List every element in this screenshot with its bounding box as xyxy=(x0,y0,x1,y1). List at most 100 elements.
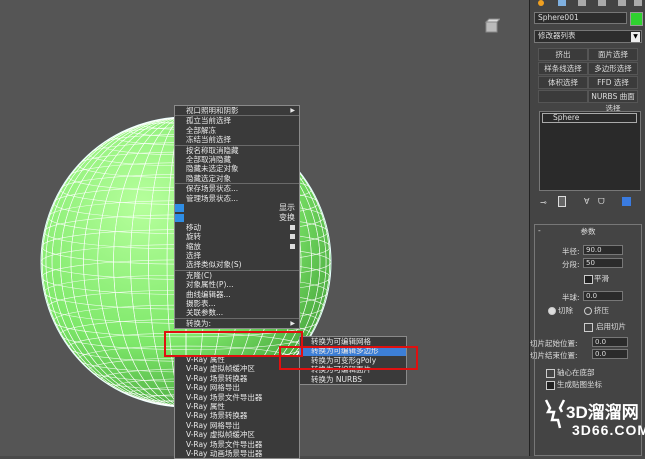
menu-item[interactable]: 按名称取消隐藏 xyxy=(175,146,299,155)
menu-item[interactable]: 选择类似对象(S) xyxy=(175,260,299,269)
hierarchy-tab-icon[interactable] xyxy=(578,0,586,6)
remove-modifier-icon[interactable]: ᗜ xyxy=(598,197,605,207)
submenu-arrow-icon: ▶ xyxy=(290,107,295,114)
menu-item[interactable]: 全部解冻 xyxy=(175,126,299,135)
modifier-list-label: 修改器列表 xyxy=(538,31,576,40)
configure-sets-icon[interactable] xyxy=(622,197,631,206)
menu-item[interactable]: V-Ray 动画场景导出器 xyxy=(175,449,299,458)
menu-item[interactable]: 全部取消隐藏 xyxy=(175,155,299,164)
slice-from-spinner[interactable]: 0.0 xyxy=(592,337,628,347)
transform-section-header: 变换 xyxy=(175,212,299,223)
menu-item[interactable]: 孤立当前选择 xyxy=(175,116,299,125)
watermark-title: 3D溜溜网 xyxy=(566,403,639,422)
modifier-list-dropdown[interactable]: 修改器列表 ▼ xyxy=(534,30,642,43)
display-section-header: 显示 xyxy=(175,202,299,213)
pin-stack-icon[interactable]: ⊸ xyxy=(540,198,547,207)
radius-spinner[interactable]: 90.0 xyxy=(583,245,623,255)
object-name-field[interactable]: Sphere001 xyxy=(534,12,627,24)
menu-item-label: 冻结当前选择 xyxy=(186,135,231,145)
menu-item[interactable]: 管理场景状态... xyxy=(175,194,299,203)
menu-item[interactable]: 摄影表... xyxy=(175,299,299,308)
menu-item[interactable]: 冻结当前选择 xyxy=(175,135,299,144)
menu-item[interactable]: 隐藏选定对象 xyxy=(175,174,299,183)
menu-item[interactable]: 转换为 NURBS xyxy=(300,375,406,384)
gen-map-checkbox[interactable] xyxy=(546,381,555,390)
stack-item-sphere[interactable]: Sphere xyxy=(542,113,637,123)
menu-item[interactable]: 视口照明和阴影 ▶ xyxy=(175,106,299,115)
menu-item[interactable]: 移动 xyxy=(175,223,299,232)
submenu-arrow-icon: ▶ xyxy=(290,319,295,327)
menu-item[interactable]: V-Ray 场景文件导出器 xyxy=(175,440,299,449)
slice-on-checkbox[interactable] xyxy=(584,323,593,332)
menu-item[interactable]: V-Ray 场景转换器 xyxy=(175,411,299,420)
base-pivot-checkbox[interactable] xyxy=(546,369,555,378)
chop-radio[interactable] xyxy=(548,307,556,315)
menu-item-label: 转换为 NURBS xyxy=(311,374,362,384)
menu-item[interactable]: 曲线编辑器... xyxy=(175,290,299,299)
menu-item[interactable]: V-Ray 虚拟帧缓冲区 xyxy=(175,430,299,439)
settings-box-icon[interactable] xyxy=(290,243,295,249)
view-cube-icon[interactable] xyxy=(484,18,500,34)
vray-menu: V-Ray 属性 V-Ray 虚拟帧缓冲区 V-Ray 场景转换器 V-Ray 网格导… xyxy=(174,355,300,459)
menu-item[interactable]: 克隆(C) xyxy=(175,271,299,280)
menu-item[interactable]: V-Ray 属性 xyxy=(175,402,299,411)
menu-item-label: 按名称取消隐藏 xyxy=(186,145,239,155)
menu-item[interactable]: 旋转 xyxy=(175,232,299,241)
menu-item-label: 全部取消隐藏 xyxy=(186,154,231,164)
menu-item[interactable]: 隐藏未选定对象 xyxy=(175,164,299,173)
menu-item-label: V-Ray 属性 xyxy=(186,401,225,411)
show-end-result-icon[interactable] xyxy=(558,196,566,207)
menu-item-label: 保存场景状态... xyxy=(186,184,239,194)
hemisphere-spinner[interactable]: 0.0 xyxy=(583,291,623,301)
smooth-label: 平滑 xyxy=(594,274,609,283)
create-tab-icon[interactable] xyxy=(538,0,544,6)
radius-label: 半径: xyxy=(562,247,580,256)
smooth-checkbox[interactable] xyxy=(584,275,593,284)
menu-item[interactable]: 关联参数... xyxy=(175,308,299,317)
menu-item[interactable]: 保存场景状态... xyxy=(175,184,299,193)
menu-item-label: 摄影表... xyxy=(186,299,216,309)
modifier-button[interactable]: 多边形选择 xyxy=(588,62,638,75)
menu-item-label: 选择 xyxy=(186,251,201,261)
menu-item-label: V-Ray 场景文件导出器 xyxy=(186,392,263,402)
modifier-button[interactable]: FFD 选择 xyxy=(588,76,638,89)
display-tab-icon[interactable] xyxy=(618,0,626,6)
menu-item-label: 旋转 xyxy=(186,232,201,242)
menu-item[interactable]: V-Ray 场景转换器 xyxy=(175,374,299,383)
settings-box-icon[interactable] xyxy=(290,234,295,240)
modify-tab-icon[interactable] xyxy=(558,0,566,6)
menu-item[interactable]: V-Ray 场景文件导出器 xyxy=(175,393,299,402)
utilities-tab-icon[interactable] xyxy=(634,0,642,6)
panel-tabs[interactable] xyxy=(534,0,644,9)
menu-item[interactable]: V-Ray 网格导出 xyxy=(175,383,299,392)
rollout-title[interactable]: - 参数 xyxy=(534,226,642,237)
menu-item[interactable]: 转换为可编辑网格 xyxy=(300,337,406,346)
menu-item-label: 曲线编辑器... xyxy=(186,289,231,299)
modifier-button[interactable]: 挤出 xyxy=(538,48,588,61)
modifier-button[interactable]: NURBS 曲面选择 xyxy=(588,90,638,113)
menu-item[interactable]: V-Ray 网格导出 xyxy=(175,421,299,430)
modifier-button[interactable]: 体积选择 xyxy=(538,76,588,89)
settings-box-icon[interactable] xyxy=(290,224,295,230)
menu-item-label: 克隆(C) xyxy=(186,270,213,280)
modifier-stack[interactable]: Sphere xyxy=(539,111,641,191)
quad-menu: 视口照明和阴影 ▶ 孤立当前选择 全部解冻 冻结当前选择 按名称取消隐藏 全部取消隐藏 隐藏未… xyxy=(174,105,300,330)
make-unique-icon[interactable]: ∀ xyxy=(584,197,589,206)
menu-item-label: 隐藏选定对象 xyxy=(186,173,231,183)
menu-item[interactable]: 缩放 xyxy=(175,242,299,251)
object-color-swatch[interactable] xyxy=(630,12,643,26)
menu-item[interactable]: 转换为: ▶ xyxy=(175,319,299,328)
segments-spinner[interactable]: 50 xyxy=(583,258,623,268)
modifier-button[interactable]: 样条线选择 xyxy=(538,62,588,75)
menu-item[interactable]: 对象属性(P)... xyxy=(175,280,299,289)
squash-radio[interactable] xyxy=(584,307,592,315)
slice-to-spinner[interactable]: 0.0 xyxy=(592,349,628,359)
menu-item-label: 视口照明和阴影 xyxy=(186,106,239,115)
squash-label: 挤压 xyxy=(594,306,609,315)
slice-from-label: 切片起始位置: xyxy=(530,339,578,348)
menu-item-label: V-Ray 场景文件导出器 xyxy=(186,439,263,449)
gen-map-label: 生成贴图坐标 xyxy=(557,380,602,389)
modifier-button[interactable] xyxy=(538,90,588,103)
modifier-button[interactable]: 面片选择 xyxy=(588,48,638,61)
motion-tab-icon[interactable] xyxy=(598,0,606,6)
